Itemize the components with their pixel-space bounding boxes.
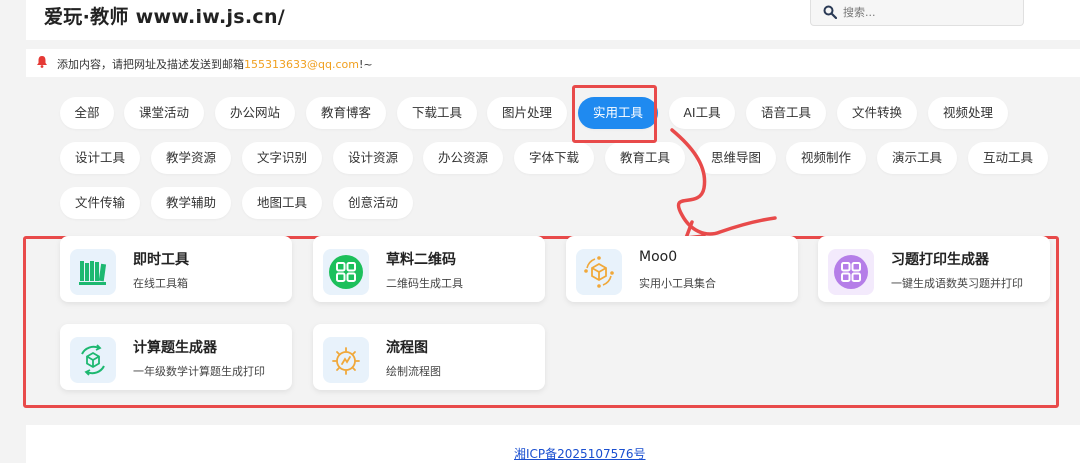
cube-recycle-icon <box>70 337 116 383</box>
tool-card-flowchart[interactable]: 流程图 绘制流程图 <box>313 324 545 390</box>
category-office-sites[interactable]: 办公网站 <box>215 97 295 129</box>
category-interactive-tools[interactable]: 互动工具 <box>968 142 1048 174</box>
site-footer: 湘ICP备2025107576号 <box>26 425 1080 463</box>
red-arrow-annotation <box>670 128 777 240</box>
cube-cycle-icon <box>576 249 622 295</box>
tool-title: 即时工具 <box>133 252 189 268</box>
category-presentation-tools[interactable]: 演示工具 <box>877 142 957 174</box>
category-design-tools[interactable]: 设计工具 <box>60 142 140 174</box>
bell-icon <box>37 56 47 68</box>
bookshelf-icon <box>70 249 116 295</box>
tool-title: 流程图 <box>386 340 428 356</box>
notice-message: 添加内容，请把网址及描述发送到邮箱 <box>57 58 244 71</box>
notice-suffix: !~ <box>358 58 373 71</box>
tool-title: Moo0 <box>639 249 678 265</box>
category-download-tools[interactable]: 下载工具 <box>397 97 477 129</box>
tool-card-instant-tools[interactable]: 即时工具 在线工具箱 <box>60 236 292 302</box>
tool-desc: 实用小工具集合 <box>639 277 716 290</box>
tool-desc: 二维码生成工具 <box>386 277 463 290</box>
search-icon <box>823 5 837 19</box>
category-video-processing[interactable]: 视频处理 <box>928 97 1008 129</box>
category-teaching-resources[interactable]: 教学资源 <box>151 142 231 174</box>
category-file-conversion[interactable]: 文件转换 <box>837 97 917 129</box>
tool-desc: 绘制流程图 <box>386 365 441 378</box>
category-font-download[interactable]: 字体下载 <box>514 142 594 174</box>
category-ocr[interactable]: 文字识别 <box>242 142 322 174</box>
grid-apps-icon <box>828 249 874 295</box>
tool-card-calc-generator[interactable]: 计算题生成器 一年级数学计算题生成打印 <box>60 324 292 390</box>
icp-license-link[interactable]: 湘ICP备2025107576号 <box>514 445 646 462</box>
tool-desc: 一年级数学计算题生成打印 <box>133 365 265 378</box>
category-creative-activities[interactable]: 创意活动 <box>333 187 413 219</box>
category-map-tools[interactable]: 地图工具 <box>242 187 322 219</box>
site-header: 爱玩·教师 www.iw.js.cn/ <box>26 0 1080 40</box>
active-category-highlight <box>572 85 657 143</box>
search-input[interactable] <box>843 2 1013 22</box>
tool-card-exercise-printer[interactable]: 习题打印生成器 一键生成语数英习题并打印 <box>818 236 1050 302</box>
flow-gear-icon <box>323 337 369 383</box>
category-video-production[interactable]: 视频制作 <box>786 142 866 174</box>
tool-desc: 在线工具箱 <box>133 277 188 290</box>
tool-title: 计算题生成器 <box>133 340 217 356</box>
qr-grid-icon <box>323 249 369 295</box>
notice-email[interactable]: 155313633@qq.com <box>244 58 359 71</box>
category-all[interactable]: 全部 <box>60 97 114 129</box>
notice-text: 添加内容，请把网址及描述发送到邮箱155313633@qq.com!~ <box>57 56 373 72</box>
category-design-resources[interactable]: 设计资源 <box>333 142 413 174</box>
notice-bar: 添加内容，请把网址及描述发送到邮箱155313633@qq.com!~ <box>26 49 1080 77</box>
tool-title: 草料二维码 <box>386 252 456 268</box>
category-teaching-aids[interactable]: 教学辅助 <box>151 187 231 219</box>
search-box[interactable] <box>810 0 1024 26</box>
tool-title: 习题打印生成器 <box>891 252 989 268</box>
category-office-resources[interactable]: 办公资源 <box>423 142 503 174</box>
tool-card-caoliao-qr[interactable]: 草料二维码 二维码生成工具 <box>313 236 545 302</box>
category-image-processing[interactable]: 图片处理 <box>487 97 567 129</box>
tool-desc: 一键生成语数英习题并打印 <box>891 277 1023 290</box>
category-classroom-activity[interactable]: 课堂活动 <box>124 97 204 129</box>
category-edu-blog[interactable]: 教育博客 <box>306 97 386 129</box>
site-title[interactable]: 爱玩·教师 www.iw.js.cn/ <box>44 2 285 29</box>
category-file-transfer[interactable]: 文件传输 <box>60 187 140 219</box>
tool-card-moo0[interactable]: Moo0 实用小工具集合 <box>566 236 798 302</box>
